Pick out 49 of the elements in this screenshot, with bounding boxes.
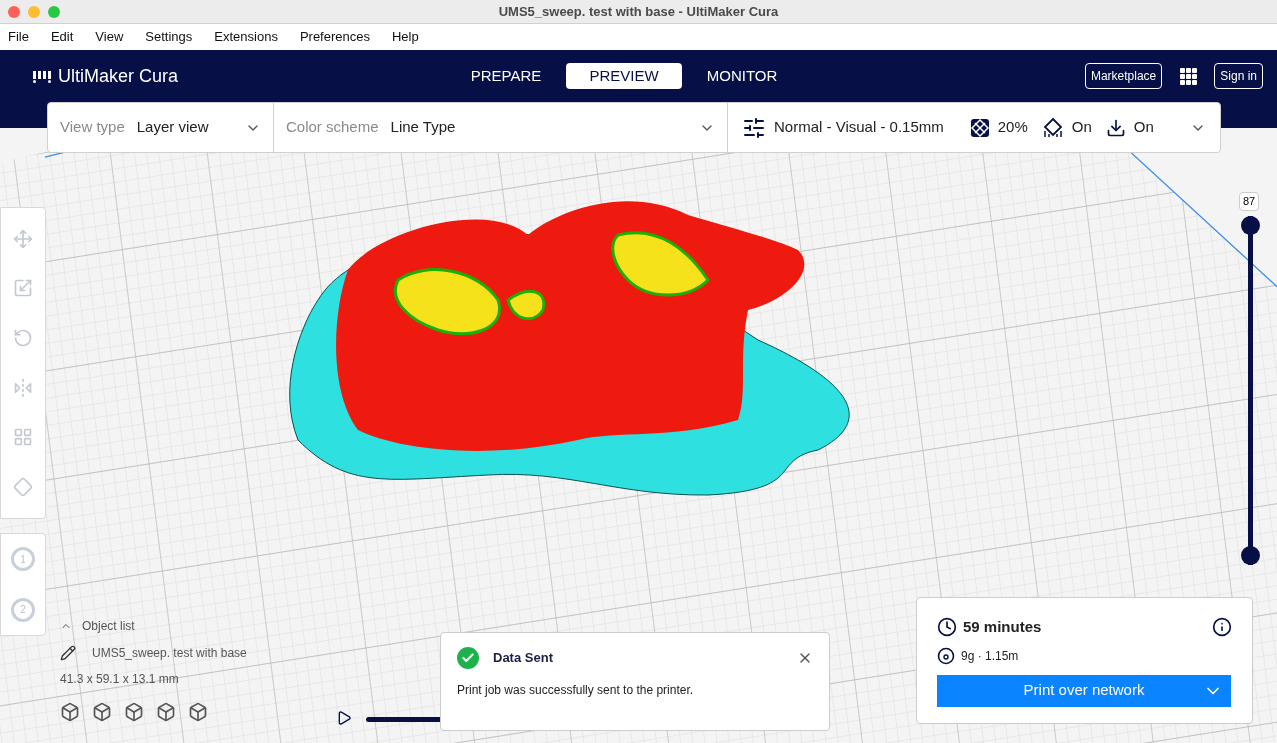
view-type-dropdown[interactable]: View type Layer view (48, 103, 274, 152)
infill-value: 20% (997, 117, 1028, 138)
adhesion-value: On (1133, 117, 1154, 138)
stage-tab[interactable]: MONITOR (684, 63, 800, 89)
clock-icon (937, 617, 957, 638)
apps-grid-icon[interactable] (1178, 66, 1199, 86)
view-type-label: View type (60, 117, 125, 138)
notification-title: Data Sent (493, 649, 553, 668)
sign-in-button[interactable]: Sign in (1214, 63, 1263, 89)
info-icon[interactable] (1212, 617, 1232, 638)
profile-text: Normal - Visual - 0.15mm (774, 117, 944, 138)
print-over-network-button[interactable]: Print over network (937, 674, 1231, 707)
menu-item[interactable]: Settings (145, 27, 193, 47)
layer-number: 87 (1239, 192, 1260, 211)
menu-item[interactable]: View (95, 27, 124, 47)
color-scheme-dropdown[interactable]: Color scheme Line Type (274, 103, 728, 152)
sliders-icon (742, 115, 766, 140)
close-window-button[interactable] (8, 5, 20, 18)
pencil-icon[interactable] (60, 645, 76, 661)
filament-spool-icon (937, 646, 955, 665)
print-time: 59 minutes (963, 617, 1042, 637)
support-icon (1041, 116, 1064, 139)
view-type-value: Layer view (136, 117, 209, 138)
adhesion-icon (1105, 117, 1126, 138)
layer-slider-track[interactable] (1241, 216, 1260, 565)
success-check-icon (457, 647, 479, 669)
marketplace-button[interactable]: Marketplace (1084, 63, 1163, 89)
stage-tab[interactable]: PREPARE (448, 63, 564, 89)
notification-message: Print job was successfully sent to the printer. (457, 682, 695, 699)
stage-tab[interactable]: PREVIEW (566, 63, 682, 89)
menu-item[interactable]: File (8, 27, 29, 47)
menu-item[interactable]: Extensions (214, 27, 278, 47)
menu-item[interactable]: Help (392, 27, 419, 47)
play-icon[interactable] (336, 710, 352, 726)
object-list-toggle[interactable]: Object list (60, 616, 247, 636)
support-value: On (1071, 117, 1092, 138)
logo-icon (32, 69, 52, 83)
print-settings-dropdown[interactable]: Normal - Visual - 0.15mm 20% On On (728, 103, 1220, 152)
material-usage: 9g · 1.15m (961, 647, 1019, 665)
object-name: UMS5_sweep. test with base (92, 645, 247, 662)
menu-item[interactable]: Edit (50, 27, 74, 47)
color-scheme-value: Line Type (390, 117, 456, 138)
object-dimensions: 41.3 x 59.1 x 13.1 mm (60, 671, 180, 688)
infill-icon (969, 117, 990, 138)
menu-item[interactable]: Preferences (299, 27, 370, 47)
cube-outline-icon[interactable] (60, 702, 80, 722)
color-scheme-label: Color scheme (286, 117, 379, 138)
window-title: UMS5_sweep. test with base - UltiMaker Cura (498, 2, 779, 21)
logo-text: UltiMaker Cura (58, 64, 179, 88)
